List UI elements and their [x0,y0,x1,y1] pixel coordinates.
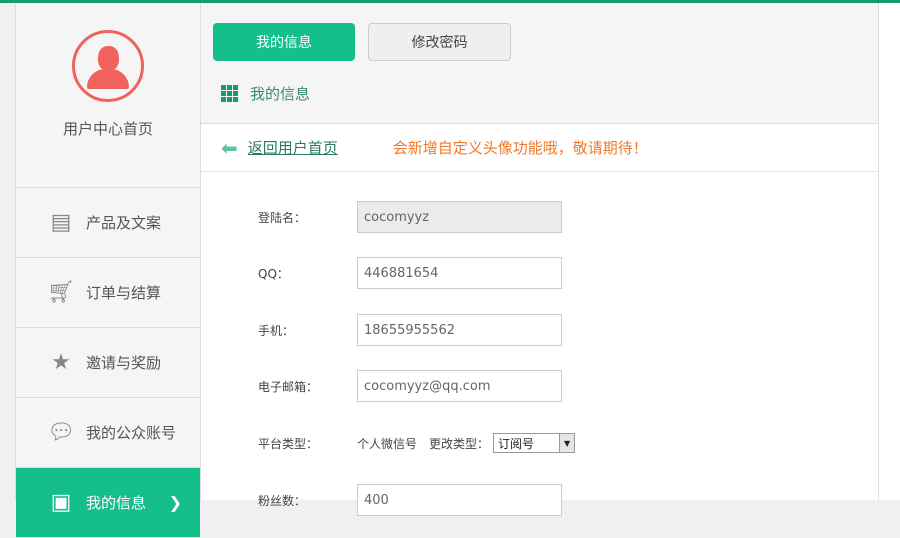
notice-text: 会新增自定义头像功能哦，敬请期待！ [392,139,648,157]
fans-field[interactable]: 400 [357,484,562,516]
sidebar-item-my-info[interactable]: ▣ 我的信息 ❯ [16,468,200,538]
change-type-label: 更改类型： [429,436,490,451]
change-type-value: 订阅号 [498,436,535,451]
avatar-icon [72,30,144,102]
sidebar-item-products[interactable]: ▤ 产品及文案 [16,188,200,258]
section-title-text: 我的信息 [250,85,311,103]
sidebar-item-label: 订单与结算 [86,284,162,302]
fans-label: 粉丝数： [258,493,307,508]
wechat-icon: 💬︎ [47,420,75,445]
qq-label: QQ： [258,266,289,281]
email-label: 电子邮箱： [258,379,319,394]
right-strip [878,3,900,500]
cart-icon: 🛒︎ [47,280,75,305]
chevron-right-icon: ❯ [168,493,182,512]
sidebar: 用户中心首页 ▤ 产品及文案 🛒︎ 订单与结算 ★ 邀请与奖励 💬︎ 我的公众账号 ▣ 我… [15,3,201,538]
platform-value: 个人微信号 [357,436,418,451]
chevron-down-icon: ▼ [559,434,575,452]
sidebar-item-label: 产品及文案 [86,214,162,232]
sidebar-item-label: 我的信息 [86,494,147,512]
grid-icon [221,85,238,102]
username-label: 登陆名： [258,210,307,225]
section-title: 我的信息 [221,83,310,104]
arrow-left-icon: ⬅ [221,135,238,160]
qq-field[interactable]: 446881654 [357,257,562,289]
star-icon: ★ [51,350,71,375]
sidebar-item-public-accounts[interactable]: 💬︎ 我的公众账号 [16,398,200,468]
sidebar-item-invite[interactable]: ★ 邀请与奖励 [16,328,200,398]
user-home-link[interactable]: 用户中心首页 [16,30,200,188]
phone-field[interactable]: 18655955562 [357,314,562,346]
tab-my-info[interactable]: 我的信息 [213,23,355,61]
user-home-label: 用户中心首页 [62,120,153,138]
email-field[interactable]: cocomyyz@qq.com [357,370,562,402]
contacts-icon: ▣ [50,490,72,515]
archive-icon: ▤ [50,210,72,235]
tab-change-password[interactable]: 修改密码 [368,23,511,61]
sidebar-item-label: 我的公众账号 [86,424,177,442]
platform-label: 平台类型： [258,436,319,451]
back-to-home-link[interactable]: 返回用户首页 [248,137,338,158]
phone-label: 手机： [258,323,295,338]
change-type-select[interactable]: 订阅号 ▼ [493,433,576,453]
sidebar-item-label: 邀请与奖励 [86,354,162,372]
sidebar-item-orders[interactable]: 🛒︎ 订单与结算 [16,258,200,328]
username-field: cocomyyz [357,201,562,233]
main-content: 我的信息 修改密码 我的信息 ⬅ 返回用户首页 会新增自定义头像功能哦，敬请期待… [201,3,878,516]
